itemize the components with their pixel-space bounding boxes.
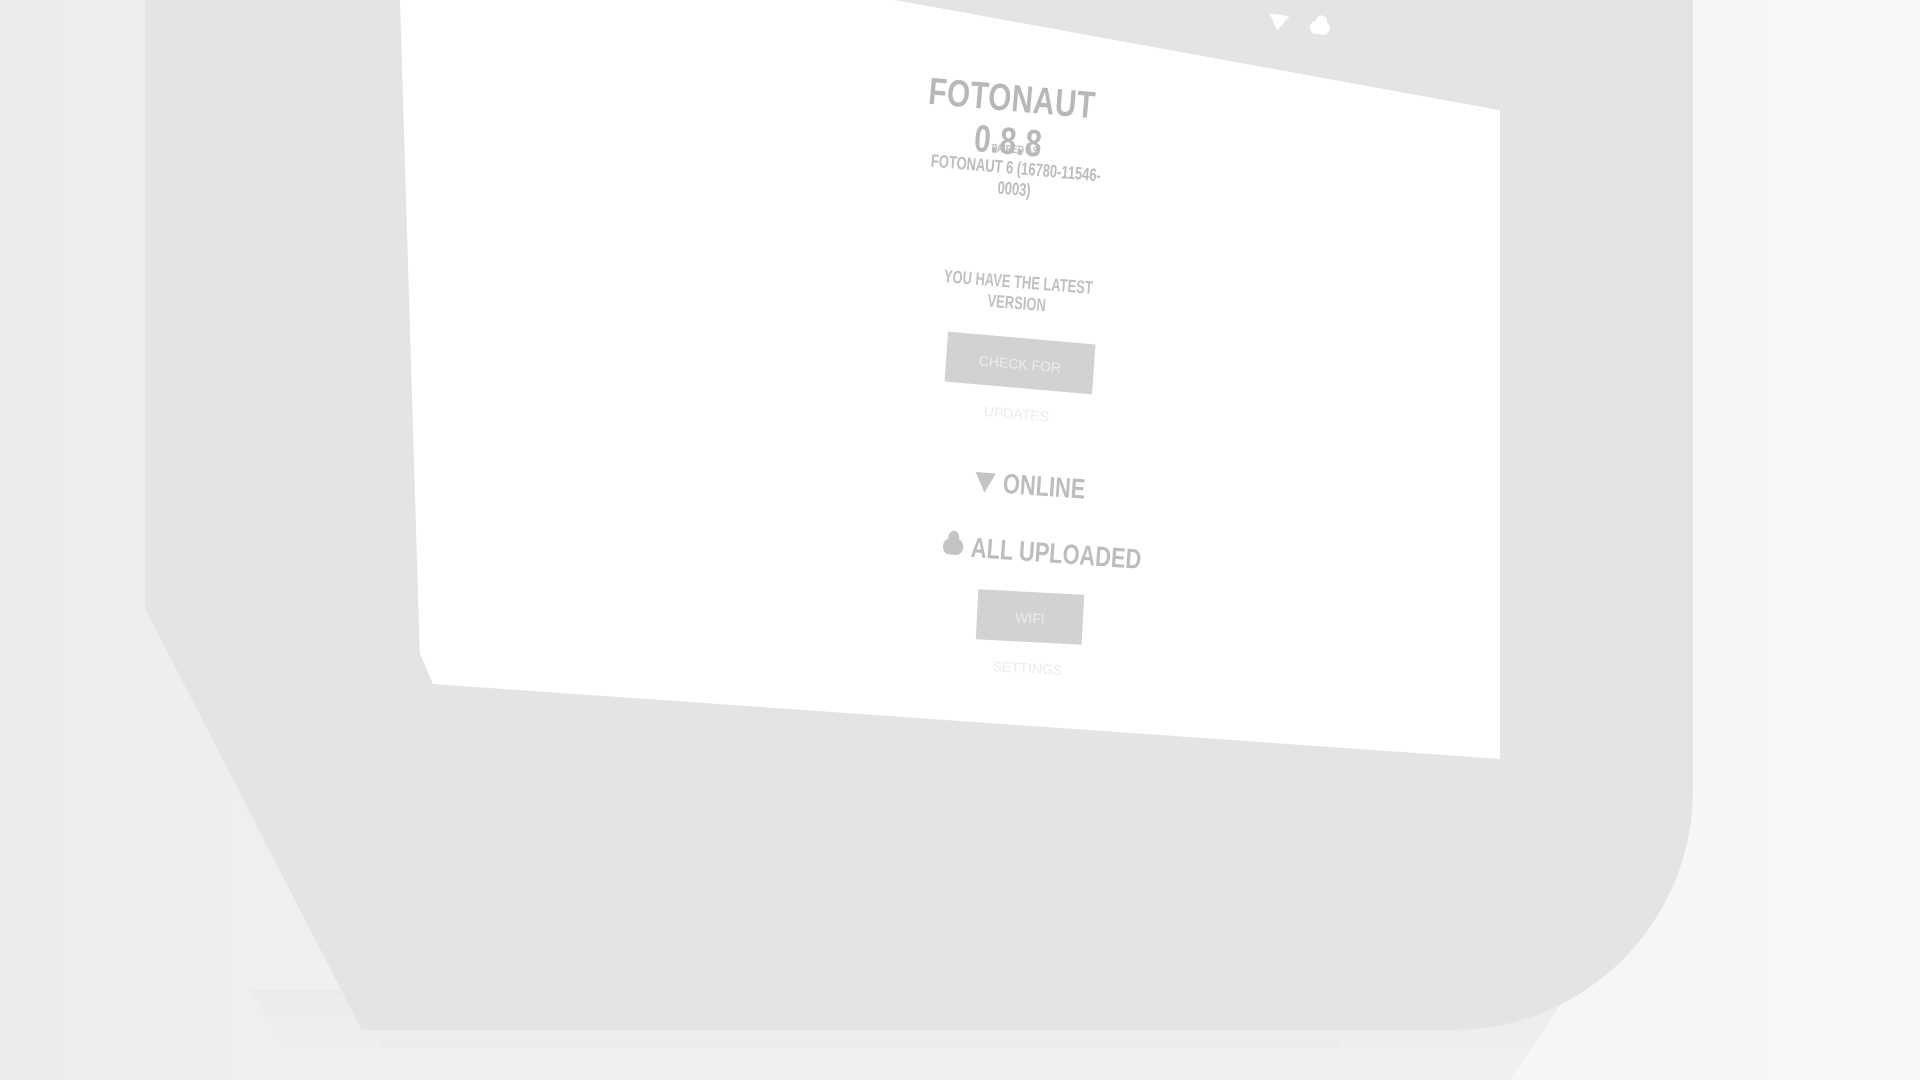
cloud-upload-icon: [942, 538, 964, 556]
wifi-icon: [1267, 13, 1290, 33]
wifi-settings-button[interactable]: WIFI SETTINGS: [975, 589, 1085, 678]
wifi-icon: [974, 472, 996, 494]
device-base: [380, 1040, 1340, 1048]
scene: FOTONAUT 0.8.8 PAIRED AS FOTONAUT 6 (167…: [0, 0, 1920, 1080]
cloud-upload-icon: [1309, 19, 1331, 36]
online-status-label: ONLINE: [1001, 467, 1087, 505]
